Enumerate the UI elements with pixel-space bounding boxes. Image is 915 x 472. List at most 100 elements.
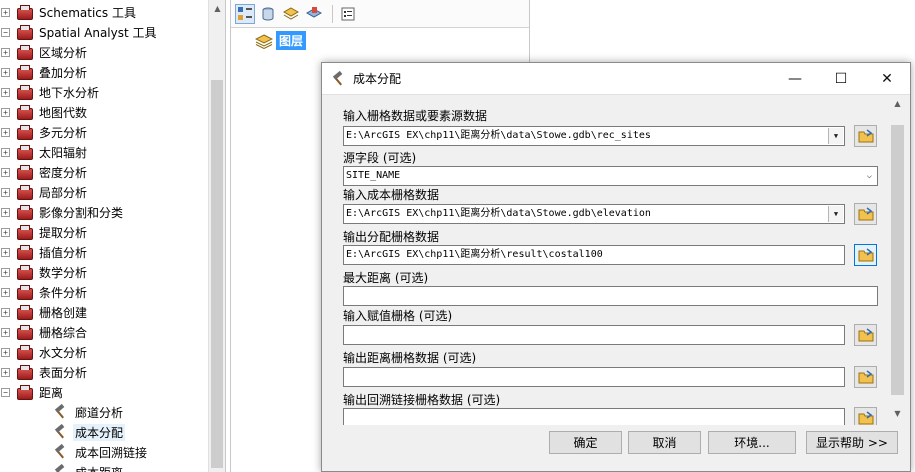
list-by-source-button[interactable] <box>258 4 278 24</box>
tree-item[interactable]: − Spatial Analyst 工具 <box>1 22 159 42</box>
dialog-scrollbar[interactable]: ▲ ▼ <box>889 95 906 425</box>
tree-item[interactable]: + 地下水分析 <box>1 82 101 102</box>
layers-node[interactable]: 图层 <box>255 31 307 50</box>
list-by-drawing-order-button[interactable] <box>235 3 255 24</box>
collapse-icon[interactable]: − <box>1 387 10 397</box>
field-label: 最大距离 (可选) <box>343 271 429 285</box>
tree-item[interactable]: + 表面分析 <box>1 362 89 382</box>
expand-icon[interactable]: + <box>1 67 10 77</box>
browse-button[interactable] <box>854 366 877 388</box>
expand-icon[interactable]: + <box>1 127 10 137</box>
tree-item[interactable]: + 密度分析 <box>1 162 89 182</box>
scroll-thumb[interactable] <box>891 125 904 395</box>
chevron-down-icon[interactable]: ⌵ <box>867 167 872 185</box>
drawing-order-icon <box>238 6 252 20</box>
tree-item[interactable]: + 提取分析 <box>1 222 89 242</box>
tree-item[interactable]: + 数学分析 <box>1 262 89 282</box>
tree-item[interactable]: + 叠加分析 <box>1 62 89 82</box>
dialog-title: 成本分配 <box>353 72 402 86</box>
tree-item[interactable]: 廊道分析 <box>52 402 125 422</box>
path-input[interactable] <box>343 367 845 387</box>
tree-item[interactable]: + 太阳辐射 <box>1 142 89 162</box>
cancel-button[interactable]: 取消 <box>628 431 701 454</box>
expand-icon[interactable]: + <box>1 7 10 17</box>
tree-item[interactable]: + 插值分析 <box>1 242 89 262</box>
expand-icon[interactable]: + <box>1 187 10 197</box>
scroll-down-arrow-icon[interactable]: ▼ <box>889 409 906 418</box>
options-button[interactable] <box>338 4 358 24</box>
expand-icon[interactable]: + <box>1 87 10 97</box>
expand-icon[interactable]: + <box>1 267 10 277</box>
tree-item-label: 多元分析 <box>39 125 88 140</box>
maximize-button[interactable]: ☐ <box>818 63 864 94</box>
path-combobox[interactable]: E:\ArcGIS EX\chp11\距离分析\data\Stowe.gdb\e… <box>343 204 845 224</box>
tree-item[interactable]: 成本距离 <box>52 462 125 472</box>
expand-icon[interactable]: + <box>1 207 10 217</box>
dropdown-arrow-icon[interactable]: ▼ <box>828 206 843 222</box>
scroll-up-arrow-icon[interactable]: ▲ <box>209 0 225 17</box>
tree-item-label: 数学分析 <box>39 265 88 280</box>
browse-button[interactable] <box>854 244 877 266</box>
expand-icon[interactable]: + <box>1 327 10 337</box>
toolbox-icon <box>16 45 33 60</box>
browse-button[interactable] <box>854 324 877 346</box>
tree-item[interactable]: + 局部分析 <box>1 182 89 202</box>
close-button[interactable]: ✕ <box>864 63 910 94</box>
dropdown-arrow-icon[interactable]: ▼ <box>828 128 843 144</box>
scroll-thumb[interactable] <box>211 80 223 468</box>
tree-item[interactable]: + 条件分析 <box>1 282 89 302</box>
tree-item[interactable]: + Schematics 工具 <box>1 2 138 22</box>
toolbox-icon <box>16 265 33 280</box>
collapse-icon[interactable]: − <box>1 27 10 37</box>
maximize-icon: ☐ <box>834 70 848 87</box>
tree-item[interactable]: + 地图代数 <box>1 102 89 122</box>
tree-item[interactable]: 成本回溯链接 <box>52 442 149 462</box>
path-input[interactable] <box>343 408 845 425</box>
tree-item[interactable]: 成本分配 <box>52 422 126 442</box>
dialog-titlebar[interactable]: 成本分配 — ☐ ✕ <box>322 63 910 94</box>
environments-button[interactable]: 环境... <box>708 431 796 454</box>
tree-item-label: 栅格创建 <box>39 305 88 320</box>
toolbox-icon <box>16 325 33 340</box>
list-by-visibility-button[interactable] <box>281 4 301 24</box>
show-help-button[interactable]: 显示帮助 >> <box>806 431 898 454</box>
tree-scrollbar[interactable]: ▲ <box>208 0 225 472</box>
expand-icon[interactable]: + <box>1 227 10 237</box>
tree-item[interactable]: − 距离 <box>1 382 65 402</box>
open-folder-icon <box>858 328 873 342</box>
field-dropdown[interactable]: SITE_NAME ⌵ <box>343 166 878 186</box>
tree-item[interactable]: + 水文分析 <box>1 342 89 362</box>
minimize-icon: — <box>788 70 802 87</box>
toolbox-icon <box>16 285 33 300</box>
path-input[interactable]: E:\ArcGIS EX\chp11\距离分析\result\costal100 <box>343 245 845 265</box>
expand-icon[interactable]: + <box>1 167 10 177</box>
browse-button[interactable] <box>854 125 877 147</box>
list-by-selection-button[interactable] <box>304 4 324 24</box>
path-input[interactable] <box>343 325 845 345</box>
expand-icon[interactable]: + <box>1 287 10 297</box>
expand-icon[interactable]: + <box>1 247 10 257</box>
browse-button[interactable] <box>854 203 877 225</box>
tree-item[interactable]: + 栅格创建 <box>1 302 89 322</box>
tree-item-label: 地图代数 <box>39 105 88 120</box>
path-input[interactable] <box>343 286 878 306</box>
toolbox-icon <box>16 225 33 240</box>
expand-icon[interactable]: + <box>1 367 10 377</box>
tree-item[interactable]: + 区域分析 <box>1 42 89 62</box>
tree-item[interactable]: + 栅格综合 <box>1 322 89 342</box>
toolbox-icon <box>16 25 33 40</box>
expand-icon[interactable]: + <box>1 147 10 157</box>
path-combobox[interactable]: E:\ArcGIS EX\chp11\距离分析\data\Stowe.gdb\r… <box>343 126 845 146</box>
ok-button[interactable]: 确定 <box>549 431 622 454</box>
expand-icon[interactable]: + <box>1 347 10 357</box>
browse-button[interactable] <box>854 407 877 425</box>
expand-icon[interactable]: + <box>1 47 10 57</box>
tree-item-label: 插值分析 <box>39 245 88 260</box>
minimize-button[interactable]: — <box>772 63 818 94</box>
scroll-up-arrow-icon[interactable]: ▲ <box>889 99 906 108</box>
expand-icon[interactable]: + <box>1 107 10 117</box>
expand-icon[interactable]: + <box>1 307 10 317</box>
tree-item[interactable]: + 影像分割和分类 <box>1 202 125 222</box>
dialog-button-bar: 确定 取消 环境... 显示帮助 >> <box>322 425 910 471</box>
tree-item[interactable]: + 多元分析 <box>1 122 89 142</box>
